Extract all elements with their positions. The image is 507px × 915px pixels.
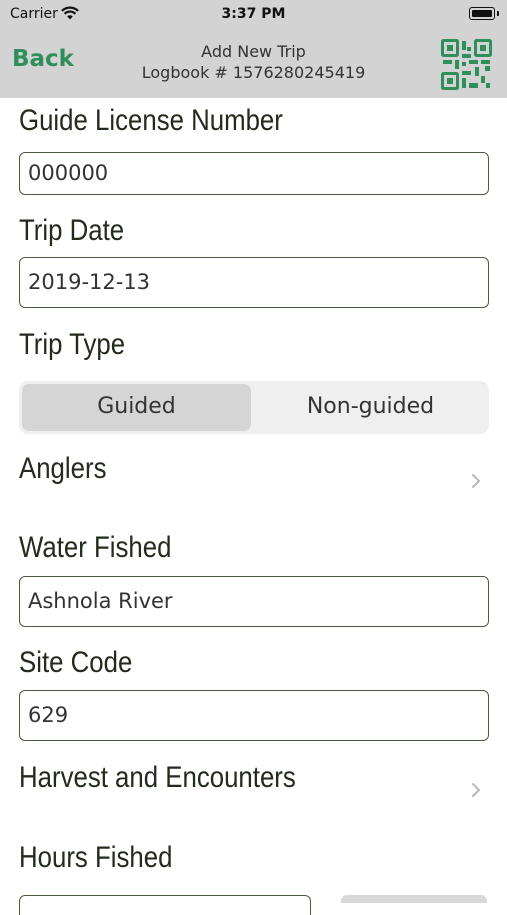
water-fished-value: Ashnola River [28,589,173,613]
trip-date-field[interactable]: 2019-12-13 [19,257,489,308]
site-code-label: Site Code [19,646,133,679]
site-code-value: 629 [28,703,69,727]
guide-license-label: Guide License Number [19,104,283,137]
site-code-field[interactable]: 629 [19,690,489,741]
segment-non-guided[interactable]: Non-guided [255,394,486,419]
hours-fished-stepper[interactable] [341,895,487,903]
battery-icon [469,7,499,20]
guide-license-field[interactable]: 000000 [19,152,489,195]
trip-type-label: Trip Type [19,328,126,361]
hours-fished-label: Hours Fished [19,841,173,874]
clock: 3:37 PM [221,6,286,22]
trip-date-label: Trip Date [19,214,125,247]
segment-guided[interactable]: Guided [22,394,251,419]
navigation-bar: Carrier 3:37 PM Back Add New Trip Logboo… [0,0,507,98]
nav-title: Add New Trip Logbook # 1576280245419 [0,41,507,83]
trip-type-segmented-control: Guided Non-guided [19,381,489,434]
guide-license-value: 000000 [28,161,109,185]
chevron-right-icon [472,783,480,797]
water-fished-label: Water Fished [19,531,172,564]
hours-fished-field[interactable] [19,895,311,915]
status-bar: Carrier 3:37 PM [0,0,507,28]
qr-code-icon[interactable] [440,38,493,91]
anglers-label: Anglers [19,452,107,485]
nav-title-text: Add New Trip [201,42,306,61]
water-fished-field[interactable]: Ashnola River [19,576,489,627]
harvest-label: Harvest and Encounters [19,761,296,794]
logbook-number: Logbook # 1576280245419 [141,63,366,82]
chevron-right-icon [472,474,480,488]
trip-date-value: 2019-12-13 [28,270,151,294]
